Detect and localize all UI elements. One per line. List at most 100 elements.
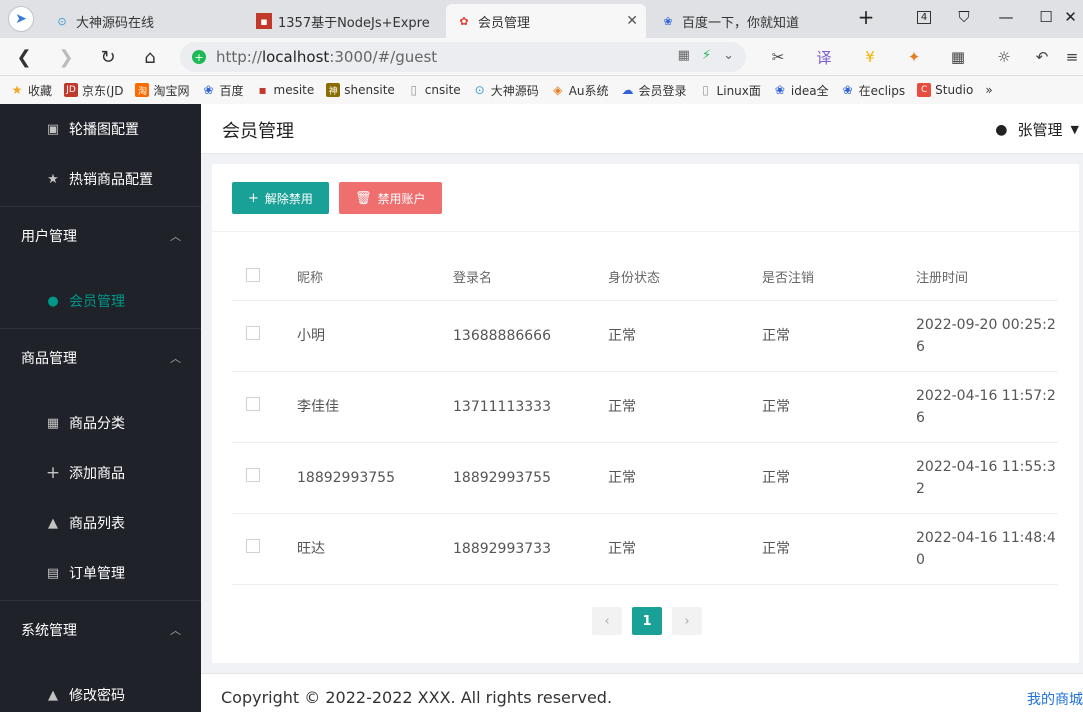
cancelled-cell: 正常 xyxy=(762,300,916,372)
row-checkbox[interactable] xyxy=(246,538,260,553)
star-icon: ★ xyxy=(11,83,23,97)
tab-count-button[interactable]: 4 xyxy=(906,4,942,30)
current-page-button[interactable]: 1 xyxy=(632,607,662,635)
column-header[interactable]: 登录名 xyxy=(453,254,608,301)
bookmark-label: Studio xyxy=(935,83,974,97)
bookmark-item[interactable]: ★ 收藏 xyxy=(10,82,52,99)
bookmark-item[interactable]: ▯ Linux面 xyxy=(699,82,761,99)
nickname-cell: 旺达 xyxy=(297,513,453,585)
bookmark-item[interactable]: C Studio xyxy=(917,83,973,97)
cancelled-cell: 正常 xyxy=(762,513,916,585)
sidebar-item-goods-category[interactable]: ▦ 商品分类 xyxy=(0,398,201,448)
ban-account-button[interactable]: 🗑 禁用账户 xyxy=(339,182,442,214)
browser-logo-icon[interactable]: ➤ xyxy=(8,6,34,32)
chevron-down-icon[interactable]: ⌄ xyxy=(723,48,734,63)
bookmark-label: 收藏 xyxy=(28,83,53,98)
reload-icon[interactable]: ↻ xyxy=(94,44,122,70)
swirl-icon: ⊙ xyxy=(57,14,67,28)
row-checkbox[interactable] xyxy=(246,396,260,411)
close-icon[interactable]: ✕ xyxy=(626,13,638,29)
shirt-icon[interactable]: ⛉ xyxy=(946,4,982,30)
sidebar-item-goods-list[interactable]: ▲ 商品列表 xyxy=(0,498,201,548)
sidebar-item-change-password[interactable]: ▲ 修改密码 xyxy=(0,670,201,712)
coin-icon[interactable]: ¥ xyxy=(856,45,884,69)
user-menu[interactable]: ● 张管理 ▼ xyxy=(995,119,1079,140)
bookmark-item[interactable]: ⊙ 大神源码 xyxy=(473,82,539,99)
bookmark-item[interactable]: 神 shensite xyxy=(326,83,395,97)
apps-grid-icon[interactable]: ▦ xyxy=(944,45,972,69)
bookmark-label: 在eclips xyxy=(858,83,906,98)
prev-page-button[interactable]: ‹ xyxy=(592,607,622,635)
sidebar-group-user[interactable]: 用户管理 ︿ xyxy=(0,206,201,264)
sidebar-item-member[interactable]: ● 会员管理 xyxy=(0,276,201,326)
table-header-row: 昵称 登录名 身份状态 是否注销 注册时间 xyxy=(232,254,1058,301)
game-icon[interactable]: ✦ xyxy=(900,45,928,69)
address-bar[interactable]: + http://localhost:3000/#/guest ▦ ⚡ ⌄ xyxy=(180,42,746,72)
bookmark-item[interactable]: ▪ mesite xyxy=(256,83,314,97)
sidebar-item-add-goods[interactable]: + 添加商品 xyxy=(0,448,201,498)
cancelled-cell: 正常 xyxy=(762,371,916,443)
next-page-button[interactable]: › xyxy=(672,607,702,635)
table-row[interactable]: 小明 13688886666 正常 正常 2022-09-20 00:25:2 6 xyxy=(232,300,1058,372)
bookmark-item[interactable]: ☁ 会员登录 xyxy=(621,82,687,99)
scissors-icon[interactable]: ✂ xyxy=(764,45,792,69)
qr-icon[interactable]: ▦ xyxy=(678,48,690,63)
sidebar-item-banner-config[interactable]: ▣ 轮播图配置 xyxy=(0,104,201,154)
column-header[interactable]: 昵称 xyxy=(297,254,453,301)
table-row[interactable]: 李佳佳 13711113333 正常 正常 2022-04-16 11:57:2… xyxy=(232,371,1058,443)
plus-icon: + xyxy=(45,463,61,483)
undo-icon[interactable]: ↶ xyxy=(1028,45,1056,69)
back-icon[interactable]: ❮ xyxy=(10,44,38,70)
sidebar-item-hot-goods-config[interactable]: ★ 热销商品配置 xyxy=(0,154,201,204)
bookmarks-more-button[interactable]: » xyxy=(985,83,992,97)
table-row[interactable]: 18892993755 18892993755 正常 正常 2022-04-16… xyxy=(232,442,1058,514)
bolt-icon[interactable]: ⚡ xyxy=(702,48,711,63)
cloud-icon: ☁ xyxy=(621,83,634,97)
url-text[interactable]: http://localhost:3000/#/guest xyxy=(216,48,437,66)
sidebar-group-system[interactable]: 系统管理 ︿ xyxy=(0,600,201,658)
row-checkbox[interactable] xyxy=(246,467,260,482)
chevron-up-icon: ︿ xyxy=(170,624,181,637)
reg-time-cell: 2022-04-16 11:48:4 0 xyxy=(916,513,1058,585)
plus-icon: + xyxy=(248,190,259,206)
select-all-checkbox[interactable] xyxy=(246,267,260,282)
column-header[interactable]: 身份状态 xyxy=(608,254,762,301)
reg-time-cell: 2022-04-16 11:55:3 2 xyxy=(916,442,1058,514)
bookmark-item[interactable]: ▯ cnsite xyxy=(407,83,461,97)
unban-button[interactable]: + 解除禁用 xyxy=(232,182,329,214)
nickname-cell: 小明 xyxy=(297,300,453,372)
page-icon: ▯ xyxy=(410,83,418,97)
bookmark-item[interactable]: 淘淘宝网 xyxy=(135,82,190,99)
bookmark-item[interactable]: JD 京东(JD xyxy=(64,82,123,99)
bookmark-item[interactable]: ❀ 百度 xyxy=(202,82,243,99)
copyright-text: Copyright © 2022-2022 XXX. All rights re… xyxy=(221,688,613,707)
bookmark-label: Linux面 xyxy=(716,83,761,98)
bookmark-label: Au系统 xyxy=(568,83,609,98)
browser-tab-active[interactable]: ✿ 会员管理 ✕ xyxy=(446,4,646,38)
sidebar-item-orders[interactable]: ▤ 订单管理 xyxy=(0,548,201,598)
close-window-icon[interactable]: ✕ xyxy=(1058,4,1083,30)
translate-icon[interactable]: 译 xyxy=(810,45,838,69)
brightness-icon[interactable]: ☼ xyxy=(990,45,1018,69)
menu-icon[interactable]: ≡ xyxy=(1062,45,1082,69)
page-title: 会员管理 xyxy=(222,121,294,142)
minimize-icon[interactable]: — xyxy=(988,4,1024,30)
column-header[interactable]: 注册时间 xyxy=(916,254,1058,301)
bookmark-label: cnsite xyxy=(424,83,461,97)
table-row[interactable]: 旺达 18892993733 正常 正常 2022-04-16 11:48:4 0 xyxy=(232,513,1058,585)
bookmark-item[interactable]: ◈ Au系统 xyxy=(551,82,609,99)
bookmark-item[interactable]: ❀ idea全 xyxy=(773,82,829,99)
home-icon[interactable]: ⌂ xyxy=(136,44,164,70)
forward-icon[interactable]: ❯ xyxy=(52,44,80,70)
sidebar-group-goods[interactable]: 商品管理 ︿ xyxy=(0,328,201,386)
browser-tab[interactable]: ⊙ 大神源码在线 xyxy=(44,4,240,38)
column-header[interactable]: 是否注销 xyxy=(762,254,916,301)
new-tab-button[interactable]: + xyxy=(848,4,884,30)
my-store-link[interactable]: 我的商城 xyxy=(1027,689,1083,709)
row-checkbox[interactable] xyxy=(246,325,260,340)
browser-tab[interactable]: ❀ 百度一下，你就知道 xyxy=(650,4,846,38)
bookmark-label: shensite xyxy=(344,83,395,97)
browser-tab[interactable]: ▪ 1357基于NodeJs+Expre xyxy=(246,4,442,38)
bookmark-item[interactable]: ❀ 在eclips xyxy=(841,82,906,99)
user-icon: ● xyxy=(47,293,59,309)
